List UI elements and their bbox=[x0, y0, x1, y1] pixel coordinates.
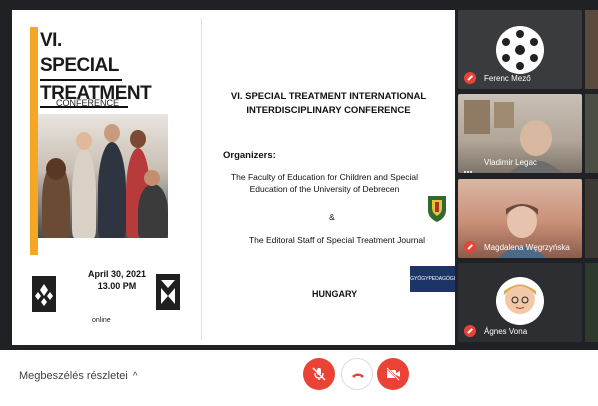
journal-logo: GYÓGYPEDAGÓGIAI bbox=[410, 266, 455, 292]
participant-tile[interactable]: Magdalena Węgrzyńska bbox=[458, 179, 582, 258]
participant-name: Ferenc Mező bbox=[484, 74, 531, 83]
organizer-2: The Editoral Staff of Special Treatment … bbox=[248, 235, 426, 245]
participant-tiles: Ferenc Mező Vladimir Legac Magdalena Węg… bbox=[455, 10, 598, 350]
chevron-up-icon: ^ bbox=[132, 371, 138, 382]
university-crest-logo bbox=[424, 194, 450, 224]
slide-date-time: April 30, 2021 13.00 PM bbox=[82, 268, 152, 292]
mic-muted-icon bbox=[464, 241, 476, 253]
hang-up-icon bbox=[352, 373, 364, 378]
participant-tile-partial[interactable] bbox=[585, 94, 598, 173]
slide-date: April 30, 2021 bbox=[87, 269, 147, 279]
participant-name: Vladimir Legac bbox=[484, 158, 537, 167]
conference-title-line2: INTERDISCIPLINARY CONFERENCE bbox=[246, 105, 411, 116]
mic-muted-icon bbox=[464, 325, 476, 337]
slide-mode: online bbox=[92, 317, 111, 324]
camera-off-icon bbox=[386, 367, 400, 381]
slide-title: VI. SPECIAL TREATMENT bbox=[40, 28, 152, 108]
participant-name: Ágnes Vona bbox=[484, 327, 528, 336]
mic-muted-icon bbox=[464, 72, 476, 84]
meeting-details-label: Megbeszélés részletei bbox=[19, 370, 128, 382]
mic-off-icon bbox=[312, 367, 326, 381]
participant-tile[interactable]: Vladimir Legac bbox=[458, 94, 582, 173]
meeting-details-button[interactable]: Megbeszélés részletei ^ bbox=[19, 370, 138, 382]
organizers-label: Organizers: bbox=[223, 150, 276, 161]
conference-title: VI. SPECIAL TREATMENT INTERNATIONAL INTE… bbox=[202, 90, 455, 118]
participant-tile[interactable]: Ferenc Mező bbox=[458, 10, 582, 89]
participant-name: Magdalena Węgrzyńska bbox=[484, 243, 570, 252]
speaking-indicator-icon bbox=[464, 160, 476, 173]
organizer-ampersand: & bbox=[329, 212, 335, 222]
camera-toggle-button[interactable] bbox=[377, 358, 409, 390]
slide-subtitle: CONFERENCE bbox=[56, 98, 120, 108]
slide-accent-bar bbox=[30, 27, 38, 255]
conference-photo bbox=[38, 114, 168, 238]
right-pattern-logo bbox=[156, 274, 180, 310]
participant-tile[interactable]: Ágnes Vona bbox=[458, 263, 582, 342]
left-pattern-logo bbox=[32, 276, 56, 312]
organizer-1-line1: The Faculty of Education for Children an… bbox=[230, 172, 419, 182]
slide-title-line1: VI. SPECIAL bbox=[40, 28, 122, 81]
bottom-control-bar: Megbeszélés részletei ^ bbox=[0, 350, 598, 406]
organizer-1: The Faculty of Education for Children an… bbox=[217, 171, 432, 195]
participant-tile-partial[interactable] bbox=[585, 263, 598, 342]
conference-title-line1: VI. SPECIAL TREATMENT INTERNATIONAL bbox=[230, 91, 427, 102]
slide-country: HUNGARY bbox=[312, 289, 358, 299]
organizer-1-line2: Education of the University of Debrecen bbox=[249, 184, 400, 194]
presentation-slide: VI. SPECIAL TREATMENT CONFERENCE April 3… bbox=[12, 10, 455, 345]
microphone-toggle-button[interactable] bbox=[303, 358, 335, 390]
participant-tile-partial[interactable] bbox=[585, 179, 598, 258]
slide-divider bbox=[201, 18, 202, 340]
participant-tile-partial[interactable] bbox=[585, 10, 598, 89]
leave-call-button[interactable] bbox=[341, 358, 373, 390]
video-stage: VI. SPECIAL TREATMENT CONFERENCE April 3… bbox=[0, 0, 598, 350]
slide-time: 13.00 PM bbox=[97, 281, 137, 291]
